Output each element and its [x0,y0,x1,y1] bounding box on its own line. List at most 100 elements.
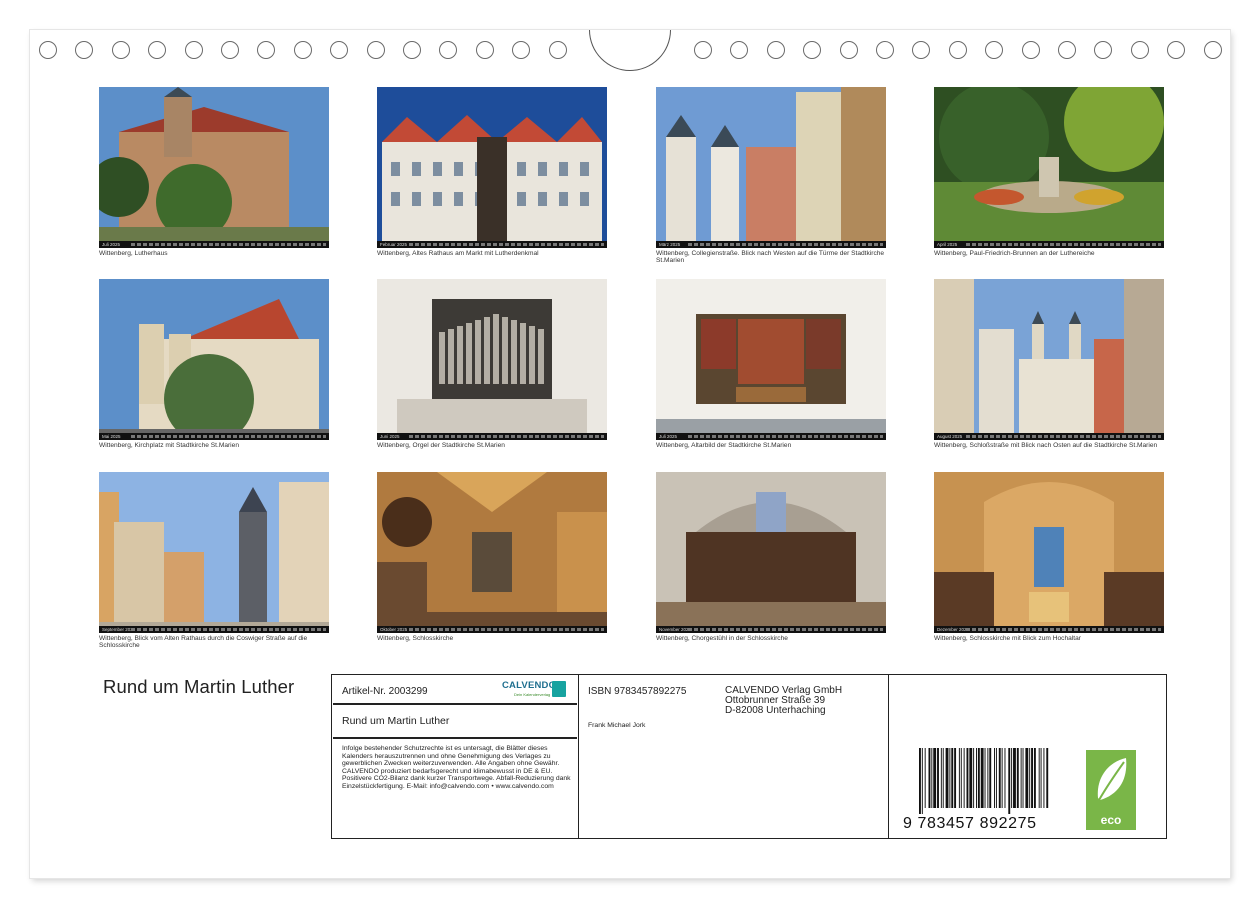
calendar-photo: Dezember 2025 [934,472,1164,633]
photo-image [656,87,886,248]
calvendo-logo-tagline: Dein Kalenderverlag [514,692,551,697]
binding-hole [39,41,57,59]
photo-image [934,279,1164,440]
binding-hole [985,41,1004,59]
day-bar [688,243,883,246]
photo-caption: Wittenberg, Altarbild der Stadtkirche St… [656,442,792,449]
photo-caption: Wittenberg, Blick vom Alten Rathaus durc… [99,635,308,649]
eco-label: eco [1100,813,1122,827]
hanger-cutout [589,30,671,71]
binding-hole [439,41,458,59]
day-bar [409,243,604,246]
day-bar [409,435,604,438]
day-bar [409,628,604,631]
eco-badge: eco [1086,750,1136,830]
month-strip: April 2025 [934,241,1164,248]
photo-image [99,472,329,633]
month-label: April 2025 [937,242,958,247]
binding-hole [1130,41,1149,59]
binding-hole [75,41,94,59]
photo-image [99,87,329,248]
binding-hole [730,41,749,59]
binding-hole [148,41,167,59]
month-label: November 2025 [659,627,688,632]
binding-hole [839,41,858,59]
binding-hole [512,41,531,59]
photo-image [656,279,886,440]
calendar-photo: September 2025 [99,472,329,633]
binding-hole [1167,41,1186,59]
photo-caption: Wittenberg, Orgel der Stadtkirche St.Mar… [377,442,505,449]
month-label: Oktober 2025 [380,627,408,632]
calvendo-logo: CALVENDO Dein Kalenderverlag [500,680,570,700]
divider [333,703,577,705]
binding-hole [948,41,967,59]
month-strip: Oktober 2025 [377,626,607,633]
photo-image [377,279,607,440]
binding-hole [330,41,349,59]
day-bar [966,435,1161,438]
month-strip: November 2025 [656,626,886,633]
day-bar [688,628,883,631]
binding-hole [1058,41,1076,59]
binding-hole [876,41,894,59]
month-strip: Mai 2025 [99,433,329,440]
calendar-photo: August 2025 [934,279,1164,440]
month-strip: Februar 2025 [377,241,607,248]
month-label: März 2025 [659,242,681,247]
day-bar [131,435,326,438]
month-strip: März 2025 [656,241,886,248]
binding-hole [475,41,494,59]
photo-image [377,87,607,248]
photo-caption: Wittenberg, Altes Rathaus am Markt mit L… [377,250,539,257]
photo-image [934,472,1164,633]
month-strip: September 2025 [99,626,329,633]
binding-hole [1021,41,1040,59]
calendar-photo: Juni 2025 [377,279,607,440]
calendar-photo: Mai 2025 [99,279,329,440]
legal-text: Infolge bestehender Schutzrechte ist es … [342,745,571,790]
month-label: Mai 2025 [102,434,121,439]
month-strip: Juli 2025 [99,241,329,248]
photo-caption: Wittenberg, Schloßstraße mit Blick nach … [934,442,1158,449]
leaf-icon [1097,758,1127,801]
binding-hole [366,41,385,59]
day-bar [688,435,883,438]
day-bar [131,628,326,631]
photo-caption: Wittenberg, Schlosskirche [377,635,454,642]
calendar-photo: Juli 2025 [99,87,329,248]
binding-hole [694,41,712,59]
calvendo-flag-icon [552,681,566,697]
photo-image [934,87,1164,248]
month-label: August 2025 [937,434,963,439]
binding-hole [803,41,822,59]
photo-caption: Wittenberg, Chorgestühl in der Schlosski… [656,635,788,642]
month-label: Juni 2025 [380,434,400,439]
month-strip: Juli 2025 [656,433,886,440]
day-bar [966,628,1161,631]
month-strip: Dezember 2025 [934,626,1164,633]
divider [333,737,577,739]
day-bar [131,243,326,246]
calendar-photo: Juli 2025 [656,279,886,440]
photo-image [99,279,329,440]
calendar-photo: Februar 2025 [377,87,607,248]
binding-hole [257,41,276,59]
binding-hole [403,41,421,59]
photo-caption: Wittenberg, Schlosskirche mit Blick zum … [934,635,1081,642]
photo-caption: Wittenberg, Kirchplatz mit Stadtkirche S… [99,442,239,449]
photo-caption: Wittenberg, Collegienstraße. Blick nach … [656,250,885,264]
month-strip: August 2025 [934,433,1164,440]
photo-image [656,472,886,633]
binding-hole [293,41,312,59]
month-strip: Juni 2025 [377,433,607,440]
day-bar [966,243,1161,246]
photo-caption: Wittenberg, Paul-Friedrich-Brunnen an de… [934,250,1095,257]
binding-hole [766,41,785,59]
binding-hole [111,41,130,59]
binding-holes [0,0,1260,71]
photo-image [377,472,607,633]
month-label: Februar 2025 [380,242,408,247]
month-label: Dezember 2025 [937,627,966,632]
isbn: ISBN 9783457892275 [588,686,687,697]
